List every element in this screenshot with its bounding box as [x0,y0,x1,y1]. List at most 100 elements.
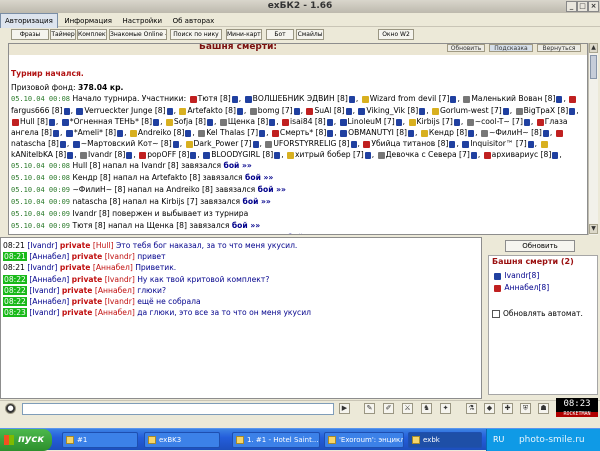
message-recipient[interactable]: [Ivandr] [105,297,135,306]
refresh-button[interactable]: Обновить [505,240,575,252]
message-sender[interactable]: [Аннабел] [29,297,69,306]
info-icon[interactable] [67,151,74,159]
eraser-icon[interactable]: ✎ [364,403,375,414]
event-target[interactable]: Ivandr [8] [141,161,178,170]
info-icon[interactable] [274,151,281,159]
info-icon[interactable] [236,107,243,115]
info-icon[interactable] [52,129,59,137]
info-icon[interactable] [453,118,460,126]
info-icon[interactable] [569,107,576,115]
task-item[interactable]: 1. #1 - Hotel Saint... [232,432,320,448]
sword-icon[interactable]: ⚔ [402,403,413,414]
header-refresh-button[interactable]: Обновить [447,44,485,52]
task-item[interactable]: exBK3 [144,432,220,448]
participant-name[interactable]: ~ФилиН~ [8] [489,128,542,137]
scroll-thumb[interactable] [590,55,597,79]
info-icon[interactable] [502,107,509,115]
participant-name[interactable]: Sofja [8] [174,117,206,126]
weapon-icon[interactable]: ✚ [502,403,513,414]
message-recipient[interactable]: [Ivandr] [105,252,135,261]
message-sender[interactable]: [Ivandr] [29,308,59,317]
helmet-icon[interactable]: ☗ [538,403,549,414]
info-icon[interactable] [419,107,426,115]
language-indicator[interactable]: RU [493,435,504,444]
timer-button[interactable]: Таймер [50,29,76,40]
info-icon[interactable] [450,95,457,103]
participant-name[interactable]: Andreiko [8] [138,128,185,137]
info-icon[interactable] [59,140,66,148]
participant-name[interactable]: Кендр [8] [429,128,467,137]
participant-name[interactable]: Inquisitor™ [7] [470,139,526,148]
task-item[interactable]: exbk [408,432,482,448]
participant-name[interactable]: Ivandr [8] [88,150,125,159]
info-icon[interactable] [552,151,559,159]
event-actor[interactable]: BigTpaX [8] [72,233,117,234]
info-icon[interactable] [172,140,179,148]
w2-window-button[interactable]: Окно W2 [378,29,414,40]
info-icon[interactable] [153,118,160,126]
participant-name[interactable]: Artefakto [8] [187,106,235,115]
event-target[interactable]: Щенка [8] [147,221,187,230]
message-sender[interactable]: [Ivandr] [27,263,57,272]
task-item[interactable]: #1 [62,432,138,448]
participant-name[interactable]: Убийца титанов [8] [371,139,448,148]
participant-name[interactable]: natascha [8] [11,139,59,148]
participant-name[interactable]: popOFF [8] [147,150,189,159]
participant-name[interactable]: Wizard from devil [7] [370,94,450,103]
participant-name[interactable]: ~cool-T~ [7] [475,117,523,126]
event-actor[interactable]: ~ФилиН~ [8] [72,185,125,194]
participant-name[interactable]: Маленький Вован [8] [471,94,555,103]
info-icon[interactable] [408,129,414,137]
info-icon[interactable] [231,95,238,103]
info-icon[interactable] [185,129,192,137]
shield-icon[interactable]: ⛨ [520,403,531,414]
message-sender[interactable]: [Ivandr] [27,241,57,250]
menu-info[interactable]: Информация [60,14,116,28]
close-icon[interactable]: × [588,1,599,12]
friends-online-button[interactable]: Знакомые Online - [109,29,167,40]
participant-name[interactable]: BigTpaX [8] [524,106,569,115]
info-icon[interactable] [206,118,213,126]
checkbox-icon[interactable] [492,310,500,318]
participant-name[interactable]: *Огненная ТЕНЬ* [8] [70,117,152,126]
participant-name[interactable]: Gorlum-west [7] [440,106,502,115]
participant-name[interactable]: Verrueckter Junge [8] [84,106,165,115]
bot-button[interactable]: Бот [266,29,294,40]
battle-link[interactable]: бой »» [245,173,273,182]
info-icon[interactable] [326,118,333,126]
minimap-button[interactable]: Мини-карта [226,29,262,40]
send-button[interactable]: ▶ [339,403,350,414]
info-icon[interactable] [190,151,197,159]
message-recipient[interactable]: [Ivandr] [105,275,135,284]
participant-name[interactable]: Dark_Power [7] [194,139,252,148]
message-sender[interactable]: [Ivandr] [29,286,59,295]
battle-link[interactable]: бой »» [224,161,252,170]
smiles-button[interactable]: Смайлы [296,29,324,40]
event-actor[interactable]: Тютя [8] [72,221,105,230]
info-icon[interactable] [523,118,530,126]
message-recipient[interactable]: [Аннабел] [95,308,135,317]
info-icon[interactable] [556,95,563,103]
participant-name[interactable]: kANitelbKA [8] [11,150,66,159]
info-icon[interactable] [364,151,371,159]
bag-icon[interactable]: ◆ [484,403,495,414]
participant-name[interactable]: UFORSTYRRELIG [8] [273,139,349,148]
title-bar[interactable]: exБК2 - 1.66 _ □ × [0,0,600,13]
battle-link[interactable]: бой »» [243,197,271,206]
participant-name[interactable]: bomg [7] [258,106,293,115]
menu-about[interactable]: Об авторах [169,14,219,28]
info-icon[interactable] [527,140,534,148]
participant-name[interactable]: Смерть* [8] [280,128,326,137]
participant-name[interactable]: *Ameli* [8] [74,128,116,137]
participant-name[interactable]: Тютя [8] [198,94,231,103]
info-icon[interactable] [269,118,276,126]
info-icon[interactable] [350,140,357,148]
menu-settings[interactable]: Настройки [119,14,167,28]
info-icon[interactable] [345,107,352,115]
maximize-icon[interactable]: □ [577,1,588,12]
task-item[interactable]: 'Exoroum': энцикл... [324,432,404,448]
event-actor[interactable]: Кендр [8] [72,173,110,182]
info-icon[interactable] [468,129,475,137]
system-chat-pane[interactable]: Башня смерти: Обновить Подсказка Вернуть… [8,43,588,235]
phrases-button[interactable]: Фразы [11,29,49,40]
